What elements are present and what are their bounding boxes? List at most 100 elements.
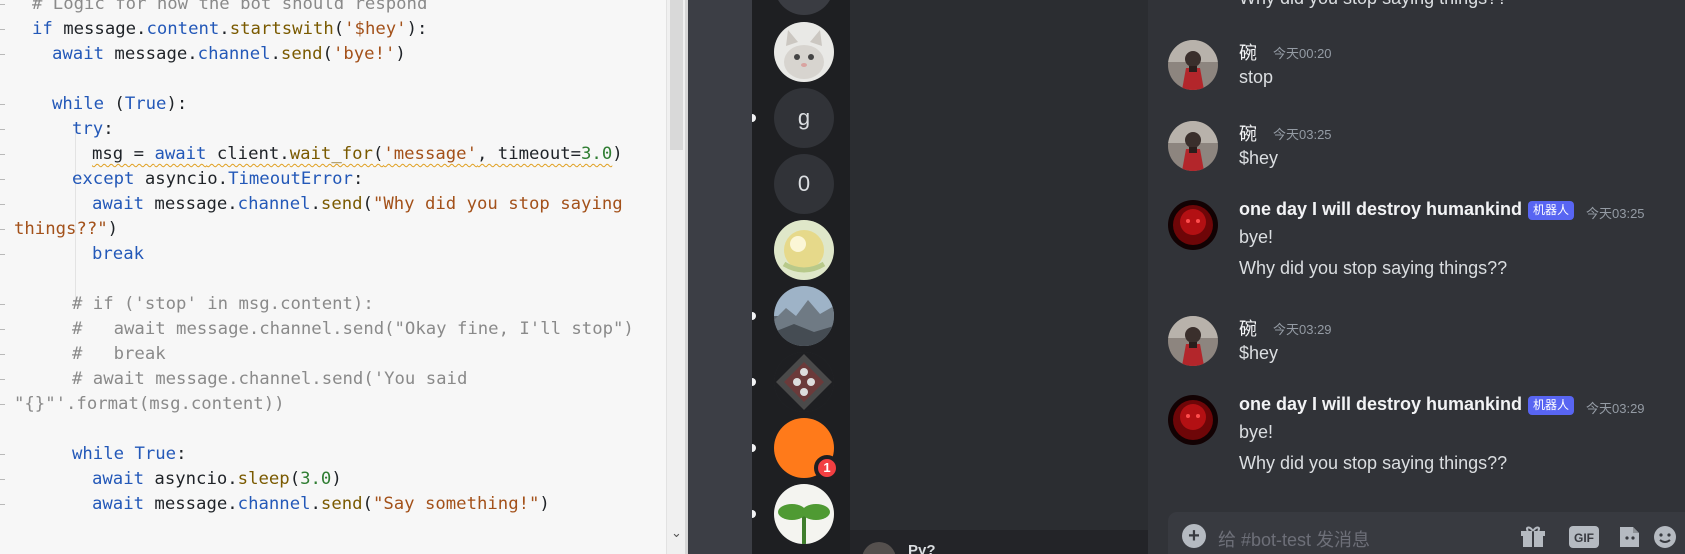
code-token: # if ('stop' in msg.content): — [72, 294, 374, 314]
fold-marker — [0, 354, 5, 355]
message-author[interactable]: one day I will destroy humankind — [1239, 394, 1522, 415]
avatar[interactable] — [1168, 121, 1218, 171]
chevron-down-icon[interactable]: ⌄ — [669, 526, 684, 544]
fold-marker — [0, 179, 5, 180]
fold-marker — [0, 254, 5, 255]
code-token: : — [176, 444, 187, 464]
code-line[interactable]: await message.channel.send("Say somethin… — [92, 491, 550, 517]
message-text: Why did you stop saying things?? — [1239, 453, 1508, 473]
unread-pill — [752, 378, 756, 386]
code-token: while — [52, 94, 105, 114]
window-gap — [688, 0, 752, 554]
gift-icon[interactable] — [1520, 524, 1546, 554]
message-author[interactable]: 碗 — [1239, 315, 1257, 341]
fold-marker — [0, 454, 5, 455]
avatar[interactable] — [1168, 200, 1218, 250]
code-line[interactable]: # await message.channel.send('You said — [72, 366, 467, 392]
code-token: asyncio. — [144, 469, 238, 489]
server-icon[interactable] — [774, 286, 834, 346]
code-token: TimeoutError — [228, 169, 353, 189]
code-token: "{}"'.format(msg.content)) — [14, 394, 285, 414]
code-line[interactable]: while (True): — [52, 91, 187, 117]
plus-icon[interactable]: + — [1182, 524, 1206, 548]
code-line[interactable]: if message.content.startswith('$hey'): — [32, 16, 427, 42]
message-text: bye! — [1239, 422, 1274, 442]
code-line[interactable]: await asyncio.sleep(3.0) — [92, 466, 342, 492]
code-token: message. — [104, 44, 198, 64]
user-panel[interactable]: Ру? — [850, 530, 1148, 554]
code-line[interactable]: # Logic for how the bot should respond — [32, 0, 427, 17]
code-area[interactable]: # Logic for how the bot should respond if… — [0, 0, 666, 554]
code-token: await — [92, 469, 145, 489]
message-timestamp: 今天03:25 — [1273, 127, 1332, 142]
code-line[interactable]: await message.channel.send('bye!') — [52, 41, 406, 67]
avatar[interactable] — [862, 542, 896, 554]
avatar[interactable] — [1168, 40, 1218, 90]
fold-marker — [0, 329, 5, 330]
message-author[interactable]: one day I will destroy humankind — [1239, 199, 1522, 220]
code-token: send — [280, 44, 323, 64]
code-token: ) — [612, 144, 623, 164]
code-token: "Why did you stop saying — [372, 194, 623, 214]
code-token: # await message.channel.send("Okay fine,… — [72, 319, 634, 339]
message-author[interactable]: 碗 — [1239, 120, 1257, 146]
server-icon[interactable] — [774, 484, 834, 544]
editor-scrollbar-thumb[interactable] — [670, 0, 683, 150]
message-composer[interactable]: + 给 #bot-test 发消息 GIF — [1168, 512, 1685, 554]
code-line[interactable]: msg = await client.wait_for('message', t… — [92, 141, 623, 167]
server-icon[interactable] — [774, 220, 834, 280]
code-token: send — [320, 194, 363, 214]
server-icon[interactable] — [774, 22, 834, 82]
code-line[interactable]: things??") — [14, 216, 118, 242]
code-token: channel — [237, 494, 311, 514]
message-text: Why did you stop saying things?? — [1239, 0, 1507, 9]
unread-pill — [752, 510, 756, 518]
message-input[interactable]: 给 #bot-test 发消息 — [1218, 526, 1370, 552]
code-editor[interactable]: # Logic for how the bot should respond if… — [0, 0, 688, 554]
server-icon[interactable] — [774, 0, 834, 15]
bot-tag: 机器人 — [1528, 201, 1575, 220]
avatar[interactable] — [1168, 395, 1218, 445]
code-token: while — [72, 444, 125, 464]
code-line[interactable]: await message.channel.send("Why did you … — [92, 191, 623, 217]
emoji-icon[interactable] — [1652, 524, 1678, 554]
code-line[interactable]: "{}"'.format(msg.content)) — [14, 391, 285, 417]
code-token: . — [310, 494, 321, 514]
fold-marker — [0, 379, 5, 380]
unread-pill — [752, 312, 756, 320]
code-line[interactable]: # await message.channel.send("Okay fine,… — [72, 316, 634, 342]
message-text: $hey — [1239, 343, 1279, 363]
code-line[interactable]: while True: — [72, 441, 186, 467]
code-token: '$hey' — [344, 19, 407, 39]
code-token: # await message.channel.send('You said — [72, 369, 468, 389]
code-line[interactable]: break — [92, 241, 144, 267]
code-line[interactable]: except asyncio.TimeoutError: — [72, 166, 363, 192]
avatar[interactable] — [1168, 316, 1218, 366]
message-author[interactable]: 碗 — [1239, 39, 1257, 65]
sticker-icon[interactable] — [1616, 524, 1642, 554]
server-initial: 0 — [797, 171, 811, 196]
editor-scrollbar[interactable]: ⌄ — [666, 0, 685, 554]
unread-pill — [752, 444, 756, 452]
code-token: break — [92, 244, 145, 264]
server-icon[interactable]: 0 — [774, 154, 834, 214]
code-token: asyncio. — [134, 169, 229, 189]
code-token: ( — [104, 94, 125, 114]
code-token: ( — [362, 194, 373, 214]
gif-icon[interactable]: GIF — [1568, 524, 1600, 554]
server-icon[interactable]: g — [774, 88, 834, 148]
fold-marker — [0, 229, 5, 230]
code-token: await — [92, 494, 145, 514]
code-token: send — [320, 494, 363, 514]
fold-marker — [0, 504, 5, 505]
code-token: sleep — [237, 469, 290, 489]
bot-tag: 机器人 — [1528, 396, 1575, 415]
code-token: await — [52, 44, 105, 64]
code-token: msg = — [92, 144, 155, 164]
message-text: Why did you stop saying things?? — [1239, 258, 1508, 278]
code-line[interactable]: # if ('stop' in msg.content): — [72, 291, 374, 317]
code-line[interactable]: try: — [72, 116, 114, 142]
code-line[interactable]: # break — [72, 341, 166, 367]
server-icon[interactable] — [774, 352, 834, 412]
